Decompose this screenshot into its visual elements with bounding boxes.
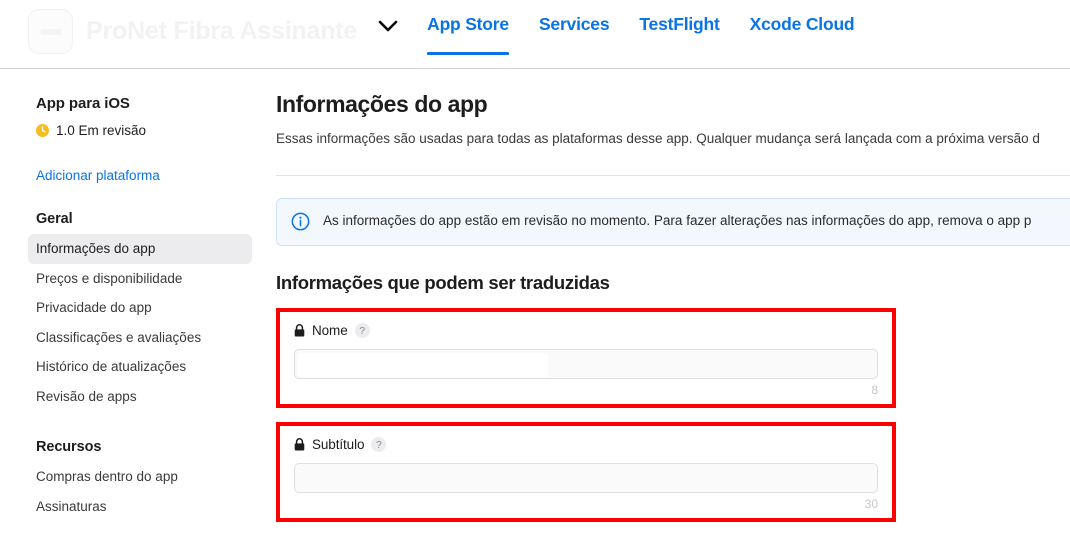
app-header: ProNet Fibra Assinante App Store Service… <box>0 0 1070 69</box>
page-description: Essas informações são usadas para todas … <box>276 131 1040 146</box>
section-title-traduzidas: Informações que podem ser traduzidas <box>276 271 610 293</box>
app-identity[interactable]: ProNet Fibra Assinante <box>28 9 357 54</box>
tab-app-store[interactable]: App Store <box>427 14 509 55</box>
app-switcher-button[interactable] <box>371 9 405 43</box>
page-body: App para iOS 1.0 Em revisão Adicionar pl… <box>0 69 1070 554</box>
tab-testflight[interactable]: TestFlight <box>639 14 720 54</box>
sidebar-item-compras-dentro-do-app[interactable]: Compras dentro do app <box>28 462 252 492</box>
info-circle-icon <box>291 212 310 231</box>
sidebar-item-historico-de-atualizacoes[interactable]: Histórico de atualizações <box>28 352 252 382</box>
question-mark-icon[interactable]: ? <box>354 323 370 339</box>
clock-icon <box>36 124 49 137</box>
sidebar-item-classificacoes-e-avaliacoes[interactable]: Classificações e avaliações <box>28 323 252 353</box>
field-label-row-subtitulo: Subtítulo ? <box>294 436 878 454</box>
field-label-subtitulo: Subtítulo <box>312 437 365 453</box>
nome-char-counter: 8 <box>871 382 878 397</box>
nav-group-title-recursos: Recursos <box>36 439 102 456</box>
review-info-banner: As informações do app estão em revisão n… <box>276 197 1070 246</box>
sidebar-item-revisao-de-apps[interactable]: Revisão de apps <box>28 382 252 412</box>
lock-icon <box>294 324 305 337</box>
page-title: Informações do app <box>276 91 488 117</box>
question-mark-icon[interactable]: ? <box>371 437 387 453</box>
subtitulo-char-counter: 30 <box>864 496 878 511</box>
nome-value-redaction <box>298 352 548 377</box>
nav-group-title-geral: Geral <box>36 211 73 227</box>
platform-status: 1.0 Em revisão <box>36 123 252 138</box>
sidebar: App para iOS 1.0 Em revisão Adicionar pl… <box>0 69 270 554</box>
platform-title: App para iOS <box>36 95 130 112</box>
add-platform-link[interactable]: Adicionar plataforma <box>36 168 252 183</box>
field-group-subtitulo: Subtítulo ? 30 <box>276 421 896 522</box>
sidebar-item-informacoes-do-app[interactable]: Informações do app <box>28 234 252 264</box>
nome-input[interactable] <box>294 348 878 379</box>
main-content: Informações do app Essas informações são… <box>270 69 1070 554</box>
sidebar-item-assinaturas[interactable]: Assinaturas <box>28 492 252 522</box>
subtitulo-input[interactable] <box>294 462 878 493</box>
field-label-row-nome: Nome ? <box>294 322 878 340</box>
tab-services[interactable]: Services <box>539 14 610 54</box>
tab-xcode-cloud[interactable]: Xcode Cloud <box>750 14 855 54</box>
app-icon-placeholder <box>28 9 73 54</box>
app-store-connect-page: ProNet Fibra Assinante App Store Service… <box>0 0 1070 554</box>
chevron-down-icon <box>378 20 398 33</box>
sidebar-item-privacidade-do-app[interactable]: Privacidade do app <box>28 293 252 323</box>
app-title: ProNet Fibra Assinante <box>86 17 358 45</box>
sidebar-item-precos-e-disponibilidade[interactable]: Preços e disponibilidade <box>28 264 252 294</box>
lock-icon <box>294 438 305 451</box>
platform-status-text: 1.0 Em revisão <box>56 123 147 138</box>
primary-tabs: App Store Services TestFlight Xcode Clou… <box>427 14 855 69</box>
review-info-banner-text: As informações do app estão em revisão n… <box>323 213 1032 229</box>
field-label-nome: Nome <box>312 323 348 339</box>
field-group-nome: Nome ? 8 <box>276 307 896 408</box>
content-divider <box>276 174 1070 176</box>
